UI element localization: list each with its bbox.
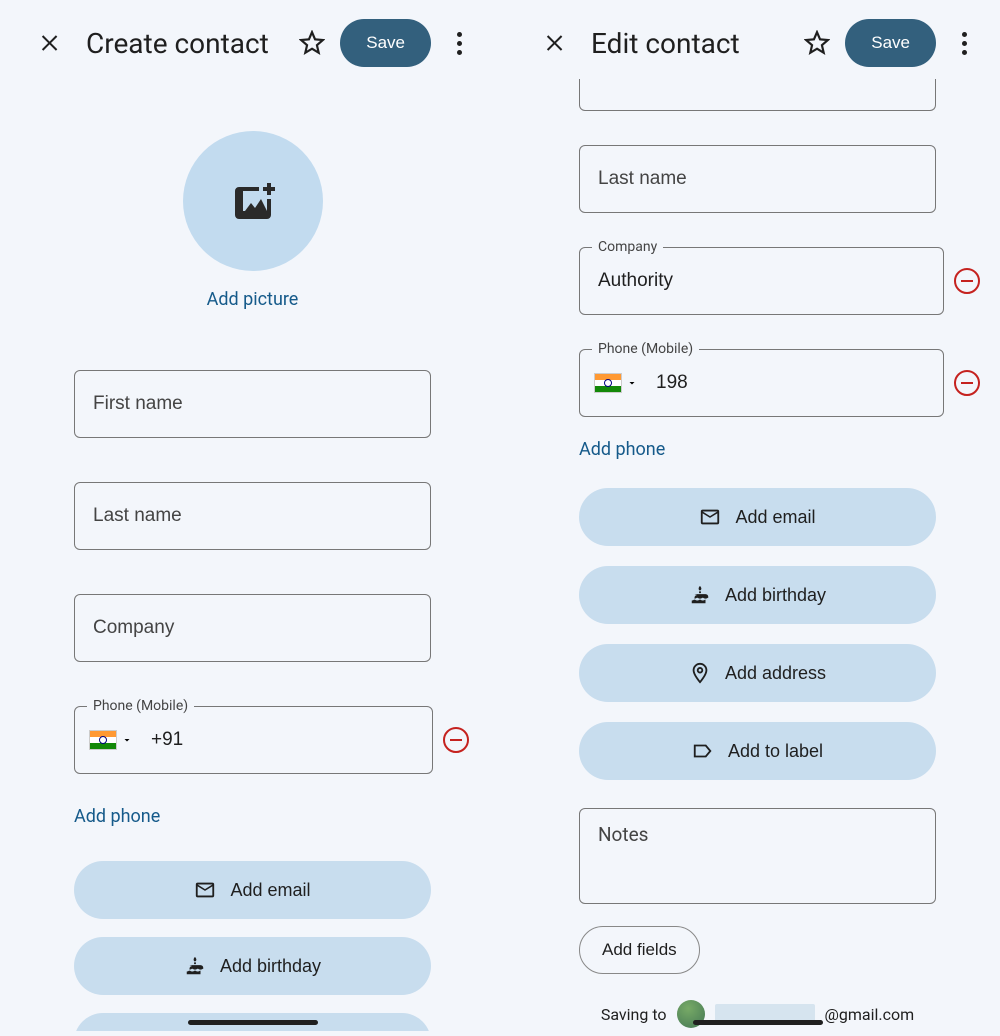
save-button[interactable]: Save [340, 19, 431, 67]
last-name-input[interactable] [75, 505, 430, 527]
more-vert-icon [457, 32, 462, 55]
close-icon [543, 31, 567, 55]
account-email-suffix: @gmail.com [825, 1005, 915, 1024]
location-icon [689, 662, 711, 684]
add-fields-button[interactable]: Add fields [579, 926, 700, 974]
phone-label: Phone (Mobile) [87, 698, 194, 714]
label-icon [692, 740, 714, 762]
chevron-down-icon [626, 377, 638, 389]
phone-label: Phone (Mobile) [592, 341, 699, 357]
gesture-bar [188, 1020, 318, 1025]
india-flag-icon [89, 730, 117, 750]
page-title: Edit contact [591, 27, 789, 60]
edit-contact-screen: Edit contact Save Company Phone [515, 5, 1000, 1031]
mail-icon [194, 879, 216, 901]
company-field-row: Company [579, 247, 936, 315]
notes-field[interactable]: Notes [579, 808, 936, 904]
add-address-button[interactable]: Add address [579, 644, 936, 702]
remove-phone-button[interactable] [443, 727, 469, 753]
first-name-field[interactable] [74, 370, 431, 438]
add-birthday-label: Add birthday [725, 585, 826, 606]
phone-field-row: Phone (Mobile) [74, 706, 431, 774]
phone-field[interactable]: Phone (Mobile) [579, 349, 944, 417]
last-name-input[interactable] [580, 168, 935, 190]
company-label: Company [592, 239, 663, 255]
close-button[interactable] [533, 21, 577, 65]
save-button[interactable]: Save [845, 19, 936, 67]
company-input[interactable] [580, 270, 943, 292]
more-options-button[interactable] [942, 21, 986, 65]
actions-section: Add email Add birthday Add address Add t… [515, 488, 1000, 780]
last-name-field[interactable] [74, 482, 431, 550]
saving-to-prefix: Saving to [601, 1005, 667, 1024]
chevron-down-icon [121, 734, 133, 746]
add-birthday-button[interactable]: Add birthday [579, 566, 936, 624]
header: Create contact Save [10, 5, 495, 81]
actions-section: Add email Add birthday Add address [10, 861, 495, 1031]
notes-placeholder: Notes [598, 823, 649, 846]
close-icon [38, 31, 62, 55]
picture-section: Add picture [10, 131, 495, 310]
company-input[interactable] [75, 617, 430, 639]
add-address-label: Add address [725, 663, 826, 684]
phone-input[interactable] [133, 729, 432, 751]
add-email-button[interactable]: Add email [74, 861, 431, 919]
cake-icon [689, 584, 711, 606]
country-code-selector[interactable] [580, 373, 638, 393]
add-image-icon [229, 177, 277, 225]
phone-field-row: Phone (Mobile) [579, 349, 936, 417]
star-outline-icon [804, 30, 830, 56]
gesture-bar [693, 1020, 823, 1025]
more-options-button[interactable] [437, 21, 481, 65]
add-picture-avatar[interactable] [183, 131, 323, 271]
add-phone-link[interactable]: Add phone [74, 806, 160, 827]
add-birthday-button[interactable]: Add birthday [74, 937, 431, 995]
company-field[interactable]: Company [579, 247, 944, 315]
first-name-field-partial[interactable] [579, 79, 936, 111]
phone-input[interactable] [638, 372, 943, 394]
more-vert-icon [962, 32, 967, 55]
page-title: Create contact [86, 27, 284, 60]
add-email-button[interactable]: Add email [579, 488, 936, 546]
remove-phone-button[interactable] [954, 370, 980, 396]
add-phone-link[interactable]: Add phone [579, 439, 665, 460]
add-birthday-label: Add birthday [220, 956, 321, 977]
first-name-input[interactable] [75, 393, 430, 415]
favorite-button[interactable] [795, 21, 839, 65]
company-field[interactable] [74, 594, 431, 662]
add-email-label: Add email [735, 507, 815, 528]
form: Company Phone (Mobile) Add phone [515, 145, 1000, 460]
form-scroll-area: Company Phone (Mobile) Add phone [515, 79, 1000, 1028]
cake-icon [184, 955, 206, 977]
add-picture-link[interactable]: Add picture [207, 289, 299, 310]
form: Phone (Mobile) Add phone [10, 370, 495, 827]
create-contact-screen: Create contact Save Add picture Phone ( [10, 5, 495, 1031]
star-outline-icon [299, 30, 325, 56]
add-email-label: Add email [230, 880, 310, 901]
favorite-button[interactable] [290, 21, 334, 65]
country-code-selector[interactable] [75, 730, 133, 750]
header: Edit contact Save [515, 5, 1000, 81]
phone-field[interactable]: Phone (Mobile) [74, 706, 433, 774]
remove-company-button[interactable] [954, 268, 980, 294]
add-to-label-button[interactable]: Add to label [579, 722, 936, 780]
mail-icon [699, 506, 721, 528]
india-flag-icon [594, 373, 622, 393]
last-name-field[interactable] [579, 145, 936, 213]
close-button[interactable] [28, 21, 72, 65]
add-to-label-label: Add to label [728, 741, 823, 762]
